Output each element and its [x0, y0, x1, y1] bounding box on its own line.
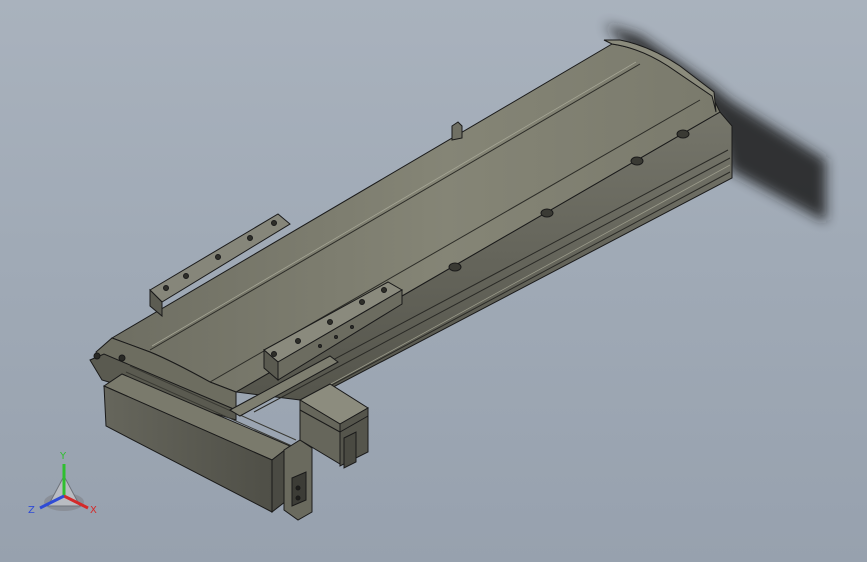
y-axis-label: Y — [60, 451, 67, 462]
coupling-plate — [283, 439, 313, 521]
x-axis-label: X — [90, 505, 97, 516]
coordinate-triad — [39, 464, 89, 511]
end-cap-hole — [118, 354, 126, 362]
linear-actuator-housing[interactable] — [89, 39, 733, 421]
sensor-tab — [451, 121, 463, 141]
end-cap-hole — [93, 352, 101, 360]
z-axis-label: Z — [28, 505, 35, 516]
cad-viewport[interactable]: Y X Z — [0, 0, 867, 562]
3d-model-view[interactable] — [0, 0, 867, 562]
